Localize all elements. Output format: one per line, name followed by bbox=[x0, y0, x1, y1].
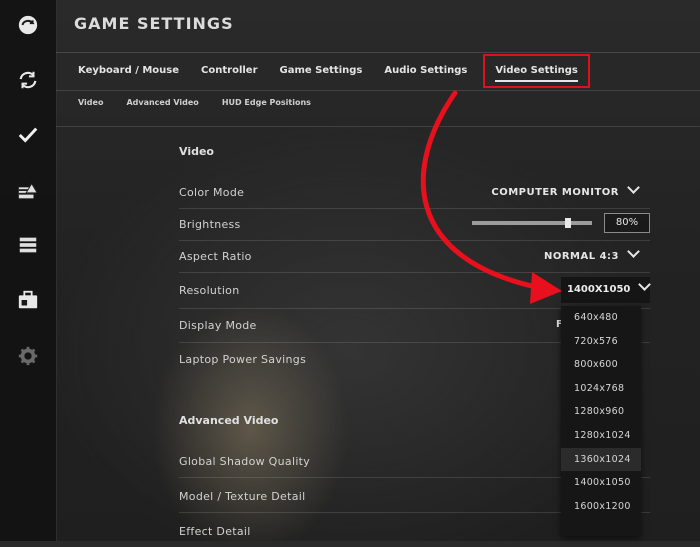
section-heading-video: Video bbox=[179, 145, 214, 158]
sidebar bbox=[0, 0, 57, 541]
setting-value: 1400X1050 bbox=[567, 284, 631, 295]
chevron-down-icon bbox=[627, 181, 640, 194]
setting-value: COMPUTER MONITOR bbox=[491, 187, 619, 198]
chevron-down-icon bbox=[627, 245, 640, 258]
dropdown-option[interactable]: 1600x1200 bbox=[561, 495, 641, 519]
slider-handle[interactable] bbox=[565, 218, 571, 228]
setting-label: Resolution bbox=[179, 284, 240, 297]
dropdown-option[interactable]: 640x480 bbox=[561, 306, 641, 330]
dropdown-option[interactable]: 720x576 bbox=[561, 330, 641, 354]
subtab-advanced-video[interactable]: Advanced Video bbox=[126, 98, 198, 107]
tab-video-settings[interactable]: Video Settings bbox=[483, 54, 590, 88]
subtab-video[interactable]: Video bbox=[78, 98, 103, 107]
tab-bar: Keyboard / Mouse Controller Game Setting… bbox=[72, 54, 600, 88]
setting-label: Display Mode bbox=[179, 319, 257, 332]
divider bbox=[56, 52, 700, 53]
resolution-dropdown-list: 640x480 720x576 800x600 1024x768 1280x96… bbox=[561, 306, 641, 536]
dropdown-option[interactable]: 800x600 bbox=[561, 353, 641, 377]
check-icon[interactable] bbox=[16, 123, 40, 147]
tab-game-settings[interactable]: Game Settings bbox=[274, 56, 369, 86]
briefcase-icon[interactable] bbox=[16, 288, 40, 312]
gear-icon[interactable] bbox=[16, 344, 40, 368]
warning-folder-icon[interactable] bbox=[16, 179, 40, 203]
setting-label: Laptop Power Savings bbox=[179, 353, 307, 366]
tab-keyboard-mouse[interactable]: Keyboard / Mouse bbox=[72, 56, 185, 86]
divider bbox=[56, 90, 700, 91]
aspect-ratio-select[interactable]: NORMAL 4:3 bbox=[543, 245, 640, 262]
setting-row-brightness: Brightness 80% bbox=[179, 208, 650, 241]
dropdown-option[interactable]: 1280x960 bbox=[561, 400, 641, 424]
setting-label: Effect Detail bbox=[179, 525, 251, 538]
dropdown-option[interactable]: 1024x768 bbox=[561, 377, 641, 401]
setting-label: Model / Texture Detail bbox=[179, 490, 306, 503]
chevron-down-icon bbox=[638, 278, 652, 291]
subtab-bar: Video Advanced Video HUD Edge Positions bbox=[78, 98, 334, 107]
setting-row-color-mode[interactable]: Color Mode COMPUTER MONITOR bbox=[179, 176, 650, 209]
dropdown-option[interactable]: 1400x1050 bbox=[561, 471, 641, 495]
tab-controller[interactable]: Controller bbox=[195, 56, 263, 86]
tab-audio-settings[interactable]: Audio Settings bbox=[378, 56, 473, 86]
setting-label: Aspect Ratio bbox=[179, 250, 252, 263]
dropdown-option[interactable]: 1280x1024 bbox=[561, 424, 641, 448]
setting-value: NORMAL 4:3 bbox=[543, 251, 619, 262]
setting-label: Global Shadow Quality bbox=[179, 455, 311, 468]
setting-label: Color Mode bbox=[179, 186, 245, 199]
brightness-value-input[interactable]: 80% bbox=[604, 213, 650, 233]
brightness-slider[interactable] bbox=[472, 218, 592, 228]
setting-row-aspect-ratio[interactable]: Aspect Ratio NORMAL 4:3 bbox=[179, 240, 650, 273]
section-heading-advanced-video: Advanced Video bbox=[179, 414, 279, 427]
back-icon[interactable] bbox=[16, 13, 40, 37]
subtab-hud-edge-positions[interactable]: HUD Edge Positions bbox=[222, 98, 311, 107]
page-title: GAME SETTINGS bbox=[74, 14, 234, 33]
refresh-icon[interactable] bbox=[16, 68, 40, 92]
color-mode-select[interactable]: COMPUTER MONITOR bbox=[491, 181, 640, 198]
resolution-select[interactable]: 1400X1050 bbox=[561, 277, 652, 303]
divider bbox=[56, 126, 700, 127]
dropdown-option[interactable]: 1360x1024 bbox=[561, 447, 641, 472]
list-icon[interactable] bbox=[16, 233, 40, 257]
setting-label: Brightness bbox=[179, 218, 241, 231]
